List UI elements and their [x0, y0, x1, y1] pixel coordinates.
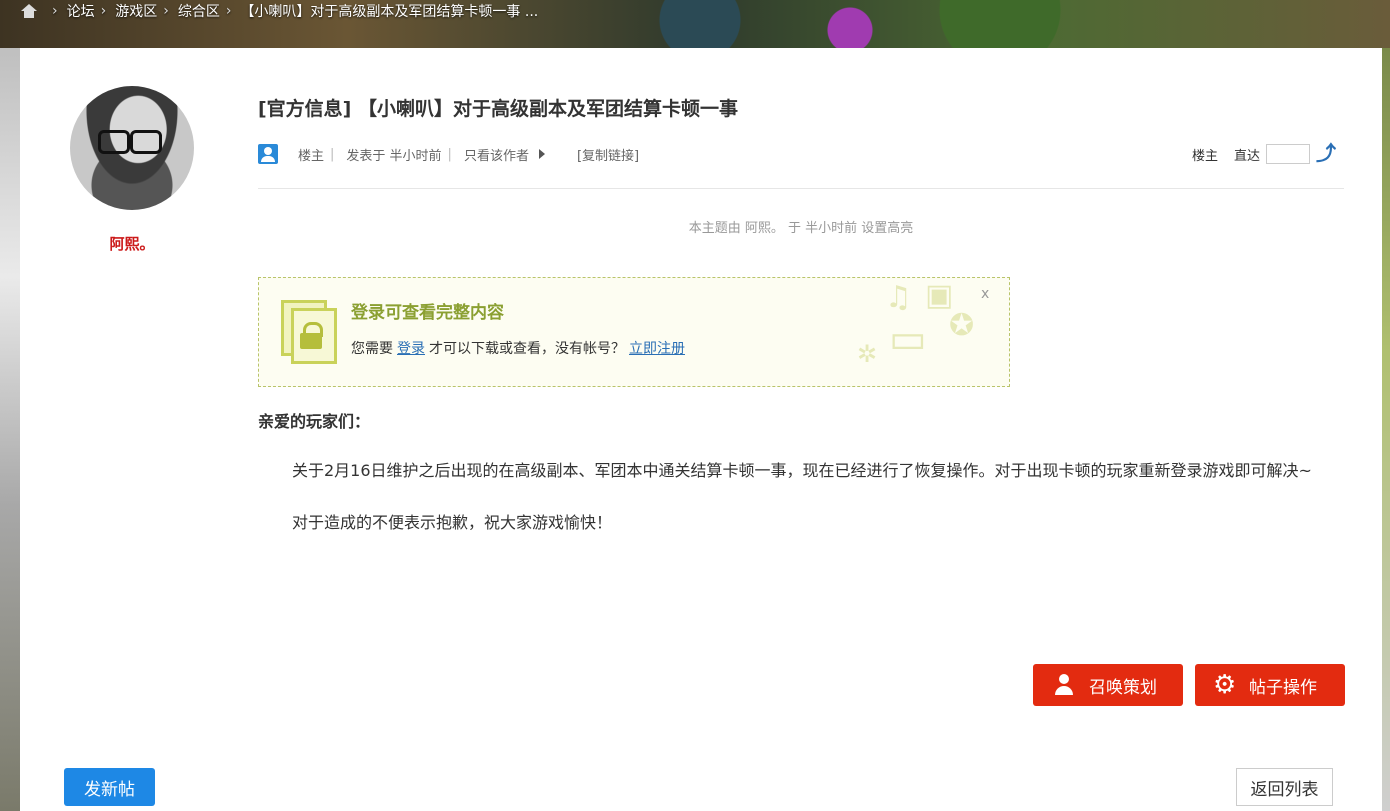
video-icon: ▭	[889, 316, 927, 362]
post-paragraph: 对于造成的不便表示抱歉，祝大家游戏愉快！	[292, 513, 613, 532]
floor-owner-label: 楼主	[298, 148, 325, 164]
floor-label: 楼主	[1192, 148, 1219, 164]
login-notice-text: 您需要 登录 才可以下载或查看，没有帐号？ 立即注册	[351, 338, 689, 358]
login-text-before: 您需要	[351, 341, 393, 357]
meta-separator: |	[330, 146, 335, 162]
person-icon	[1053, 674, 1075, 696]
gear-icon: ✲	[857, 340, 878, 368]
breadcrumb-current-thread[interactable]: 【小喇叭】对于高级副本及军团结算卡顿一事 ...	[240, 1, 538, 21]
login-notice-title: 登录可查看完整内容	[351, 303, 504, 323]
gear-icon: ⚙	[1213, 670, 1237, 700]
post-greeting: 亲爱的玩家们：	[258, 412, 371, 431]
film-reel-icon: ✪	[949, 308, 975, 343]
login-link[interactable]: 登录	[397, 341, 425, 357]
header-divider	[258, 188, 1344, 189]
breadcrumb-forum[interactable]: 论坛	[67, 1, 95, 21]
background-art-right	[1382, 48, 1390, 811]
posted-time: 发表于 半小时前	[346, 148, 442, 164]
go-arrow-icon[interactable]: ⤴	[1316, 143, 1336, 164]
floor-jump: 楼主 直达 ⤴	[1192, 143, 1336, 165]
chevron-right-icon: ›	[163, 3, 169, 19]
avatar-glasses	[98, 130, 130, 154]
register-link[interactable]: 立即注册	[629, 341, 685, 357]
copy-link[interactable]: [复制链接]	[577, 145, 639, 164]
meta-separator: |	[447, 146, 452, 162]
chevron-right-icon: ›	[225, 3, 232, 19]
login-text-middle: 才可以下载或查看，没有帐号？	[429, 341, 625, 357]
breadcrumb-general-zone[interactable]: 综合区	[178, 1, 220, 21]
post-title: [官方信息] 【小喇叭】对于高级副本及军团结算卡顿一事	[258, 98, 738, 120]
goto-label: 直达	[1234, 148, 1261, 164]
login-notice: ♫ ▣ ▭ ✪ ✲ 登录可查看完整内容 您需要 登录 才可以下载或查看，没有帐号？立…	[258, 277, 1010, 387]
floor-jump-input[interactable]	[1266, 144, 1311, 164]
avatar-glasses	[130, 130, 162, 154]
chevron-right-icon: ›	[100, 3, 107, 19]
highlight-note: 本主题由 阿熙。 于 半小时前 设置高亮	[688, 221, 914, 236]
avatar[interactable]	[70, 86, 194, 210]
post-paragraph: 关于2月16日维护之后出现的在高级副本、军团本中通关结算卡顿一事，现在已经进行了…	[292, 461, 1312, 480]
background-art-left	[0, 48, 20, 811]
user-icon	[258, 144, 278, 164]
caret-right-icon[interactable]	[538, 149, 545, 159]
new-post-button[interactable]: 发新帖	[64, 768, 155, 806]
breadcrumb-game-zone[interactable]: 游戏区	[115, 1, 157, 21]
home-icon[interactable]	[20, 4, 38, 18]
only-author-link[interactable]: 只看该作者	[464, 145, 529, 164]
post-actions-button[interactable]: ⚙ 帖子操作	[1195, 664, 1345, 706]
lock-icon	[281, 300, 337, 364]
close-icon[interactable]: x	[981, 286, 989, 302]
music-note-icon: ♫	[885, 280, 912, 315]
chevron-right-icon: ›	[52, 3, 58, 19]
post-actions-label: 帖子操作	[1249, 677, 1317, 698]
author-name[interactable]: 阿熙。	[70, 233, 194, 254]
summon-planner-button[interactable]: 召唤策划	[1033, 664, 1183, 706]
back-to-list-button[interactable]: 返回列表	[1236, 768, 1333, 806]
post-meta: 楼主 | 发表于 半小时前 | 只看该作者 [复制链接]	[258, 143, 639, 165]
summon-planner-label: 召唤策划	[1089, 677, 1157, 698]
breadcrumb: › 论坛 › 游戏区 › 综合区 › 【小喇叭】对于高级副本及军团结算卡顿一事 …	[20, 0, 538, 22]
